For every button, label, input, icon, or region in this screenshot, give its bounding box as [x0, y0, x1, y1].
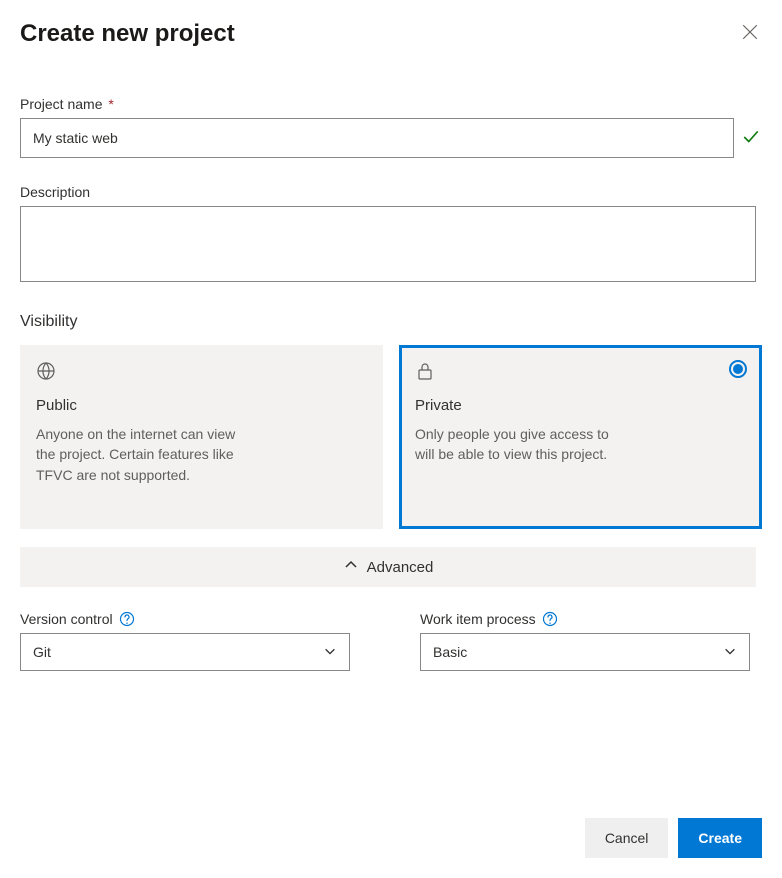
visibility-option-public[interactable]: Public Anyone on the internet can view t… — [20, 345, 383, 529]
required-marker: * — [108, 96, 113, 112]
globe-icon — [36, 361, 56, 381]
chevron-up-icon — [343, 557, 359, 577]
create-button[interactable]: Create — [678, 818, 762, 858]
public-description: Anyone on the internet can view the proj… — [36, 424, 236, 485]
description-input[interactable] — [20, 206, 756, 282]
version-control-value: Git — [33, 644, 51, 660]
dialog-title: Create new project — [20, 20, 235, 48]
public-title: Public — [36, 397, 367, 414]
private-title: Private — [415, 397, 746, 414]
help-icon[interactable] — [119, 611, 135, 627]
close-button[interactable] — [738, 22, 762, 46]
visibility-option-private[interactable]: Private Only people you give access to w… — [399, 345, 762, 529]
radio-selected-icon — [729, 360, 747, 378]
version-control-select[interactable]: Git — [20, 633, 350, 671]
work-item-process-select[interactable]: Basic — [420, 633, 750, 671]
help-icon[interactable] — [542, 611, 558, 627]
work-item-process-label: Work item process — [420, 611, 536, 627]
cancel-button[interactable]: Cancel — [585, 818, 669, 858]
checkmark-icon — [742, 128, 762, 148]
close-icon — [741, 23, 759, 46]
private-description: Only people you give access to will be a… — [415, 424, 615, 465]
advanced-toggle[interactable]: Advanced — [20, 547, 756, 587]
description-label: Description — [20, 184, 762, 200]
lock-icon — [415, 361, 435, 381]
advanced-label: Advanced — [367, 559, 434, 576]
project-name-label-text: Project name — [20, 96, 102, 112]
project-name-input[interactable] — [20, 118, 734, 158]
version-control-label: Version control — [20, 611, 113, 627]
work-item-process-value: Basic — [433, 644, 467, 660]
visibility-label: Visibility — [20, 313, 762, 331]
chevron-down-icon — [323, 644, 337, 661]
project-name-label: Project name * — [20, 96, 762, 112]
chevron-down-icon — [723, 644, 737, 661]
